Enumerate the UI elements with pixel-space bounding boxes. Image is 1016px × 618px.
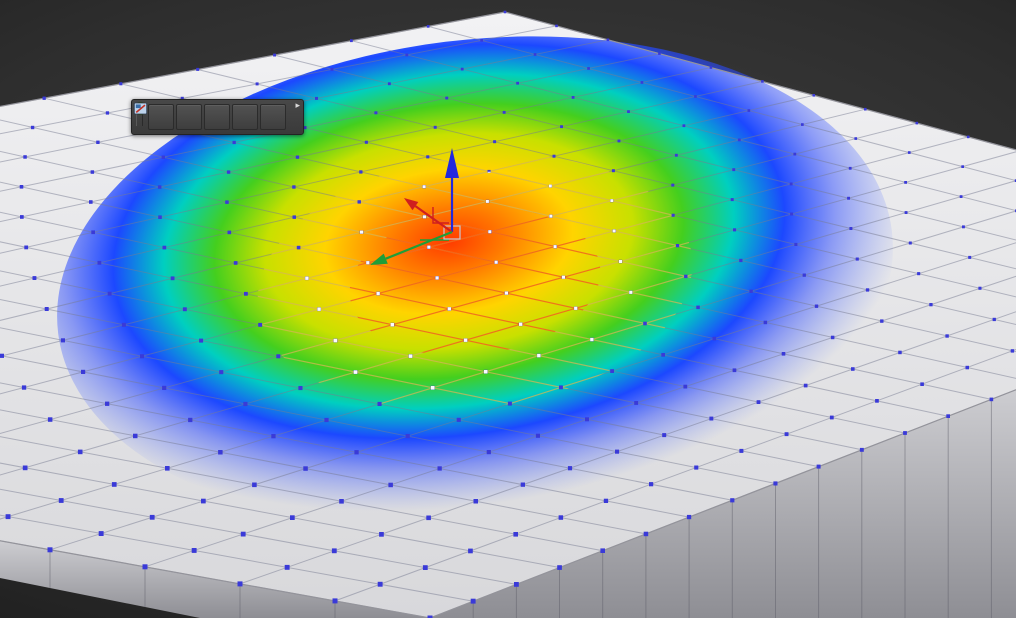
floating-toolbar: ▸: [131, 99, 304, 135]
lock-soft-selection-button[interactable]: [204, 104, 230, 130]
panel-icon: [132, 100, 149, 117]
3d-viewport[interactable]: ▸: [0, 0, 1016, 618]
paint-brush-button[interactable]: [148, 104, 174, 130]
paint-brush-alt-button[interactable]: [176, 104, 202, 130]
toolbar-buttons: [147, 104, 287, 130]
scene-canvas: [0, 0, 1016, 618]
falloff-sphere-button[interactable]: [232, 104, 258, 130]
toolbar-expand-arrow[interactable]: ▸: [295, 101, 300, 111]
brush-options-button[interactable]: [260, 104, 286, 130]
